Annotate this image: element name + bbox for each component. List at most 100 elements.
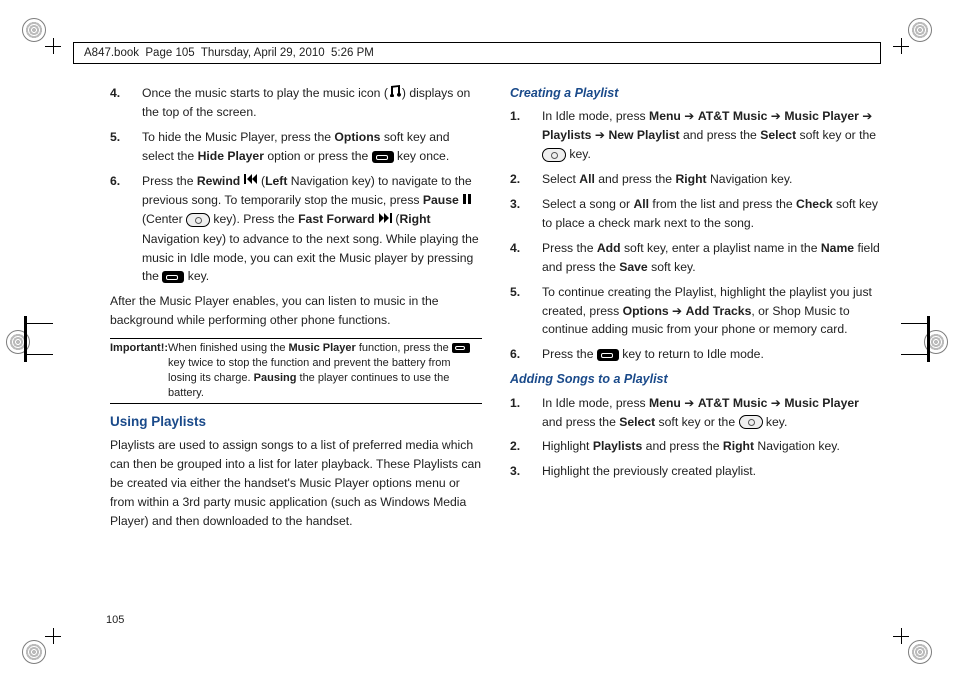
sub-heading: Creating a Playlist [510,84,882,103]
bold-text: Music Player [289,342,356,354]
arrow: ➔ [767,109,784,123]
end-key-icon [162,271,184,283]
list-item: 1. In Idle mode, press Menu ➔ AT&T Music… [510,107,882,164]
text: key. [184,269,209,283]
page-date: Thursday, April 29, 2010 [201,47,325,59]
text: key once. [394,149,450,163]
text: key to return to Idle mode. [619,347,764,361]
step-number: 1. [510,394,542,432]
list-item: 4. Press the Add soft key, enter a playl… [510,239,882,277]
bold-text: Music Player [784,109,859,123]
text: Press the [542,241,597,255]
side-mark [27,323,53,324]
list-item: 3. Highlight the previously created play… [510,462,882,481]
text: and press the [595,172,676,186]
step-body: In Idle mode, press Menu ➔ AT&T Music ➔ … [542,394,882,432]
important-note: Important!: When finished using the Musi… [110,341,482,400]
text: Once the music starts to play the music … [142,86,388,100]
bold-text: Add Tracks [686,304,752,318]
registration-mark [22,640,46,664]
rewind-icon [244,172,258,191]
step-number: 5. [510,283,542,340]
step-number: 4. [110,84,142,122]
book-name: A847.book [84,47,139,59]
step-number: 2. [510,170,542,189]
bold-text: Check [796,197,833,211]
center-key-icon [186,213,210,227]
text: In Idle mode, press [542,396,649,410]
text: Select [542,172,579,186]
bold-text: Playlists [593,439,642,453]
bold-text: Left [265,174,287,188]
bold-text: Music Player [784,396,859,410]
list-item: 3. Select a song or All from the list an… [510,195,882,233]
text: In Idle mode, press [542,109,649,123]
section-heading: Using Playlists [110,412,482,433]
text: Navigation key. [707,172,793,186]
bold-text: Rewind [197,174,244,188]
step-number: 6. [110,172,142,286]
step-body: In Idle mode, press Menu ➔ AT&T Music ➔ … [542,107,882,164]
text: soft key, enter a playlist name in the [621,241,821,255]
arrow: ➔ [859,109,873,123]
bold-text: Right [399,212,430,226]
bold-text: Select [760,128,796,142]
text: and press the [642,439,723,453]
page-body: 4. Once the music starts to play the mus… [110,84,882,539]
text: Highlight [542,439,593,453]
text: function, press the [356,342,452,354]
registration-mark [22,18,46,42]
text: Press the [542,347,597,361]
bold-text: Add [597,241,621,255]
bold-text: Fast Forward [298,212,378,226]
bold-text: Save [619,260,647,274]
divider [110,403,482,404]
step-body: To continue creating the Playlist, highl… [542,283,882,340]
list-item: 2. Select All and press the Right Naviga… [510,170,882,189]
page-time: 5:26 PM [331,47,374,59]
list-item: 2. Highlight Playlists and press the Rig… [510,437,882,456]
step-number: 5. [110,128,142,166]
page-ref: Page 105 [145,47,194,59]
bold-text: Name [821,241,854,255]
text: Select a song or [542,197,633,211]
fast-forward-icon [378,211,392,230]
side-mark [927,316,930,362]
crop-mark [893,628,909,644]
left-column: 4. Once the music starts to play the mus… [110,84,482,539]
crop-mark [45,38,61,54]
end-key-icon [372,151,394,163]
step-number: 3. [510,462,542,481]
list-item: 5. To hide the Music Player, press the O… [110,128,482,166]
arrow: ➔ [681,109,698,123]
bold-text: New Playlist [608,128,679,142]
text: Highlight the previously created playlis… [542,464,756,478]
text: To hide the Music Player, press the [142,130,334,144]
list-item: 1. In Idle mode, press Menu ➔ AT&T Music… [510,394,882,432]
right-column: Creating a Playlist 1. In Idle mode, pre… [510,84,882,539]
bold-text: All [633,197,649,211]
step-number: 3. [510,195,542,233]
center-key-icon [739,415,763,429]
step-body: Highlight the previously created playlis… [542,462,882,481]
pause-icon [462,192,472,211]
text: When finished using the [168,342,288,354]
arrow: ➔ [681,396,698,410]
bold-text: Right [723,439,754,453]
step-body: Press the Rewind (Left Navigation key) t… [142,172,482,286]
paragraph: After the Music Player enables, you can … [110,292,482,330]
side-mark [901,323,927,324]
step-body: Select All and press the Right Navigatio… [542,170,882,189]
bold-text: Menu [649,109,681,123]
step-body: To hide the Music Player, press the Opti… [142,128,482,166]
text: option or press the [264,149,372,163]
crop-mark [45,628,61,644]
bold-text: AT&T Music [698,396,768,410]
sub-heading: Adding Songs to a Playlist [510,370,882,389]
list-item: 6. Press the key to return to Idle mode. [510,345,882,364]
step-body: Press the key to return to Idle mode. [542,345,882,364]
text: key. [763,415,788,429]
arrow: ➔ [669,304,686,318]
list-item: 4. Once the music starts to play the mus… [110,84,482,122]
step-body: Press the Add soft key, enter a playlist… [542,239,882,277]
